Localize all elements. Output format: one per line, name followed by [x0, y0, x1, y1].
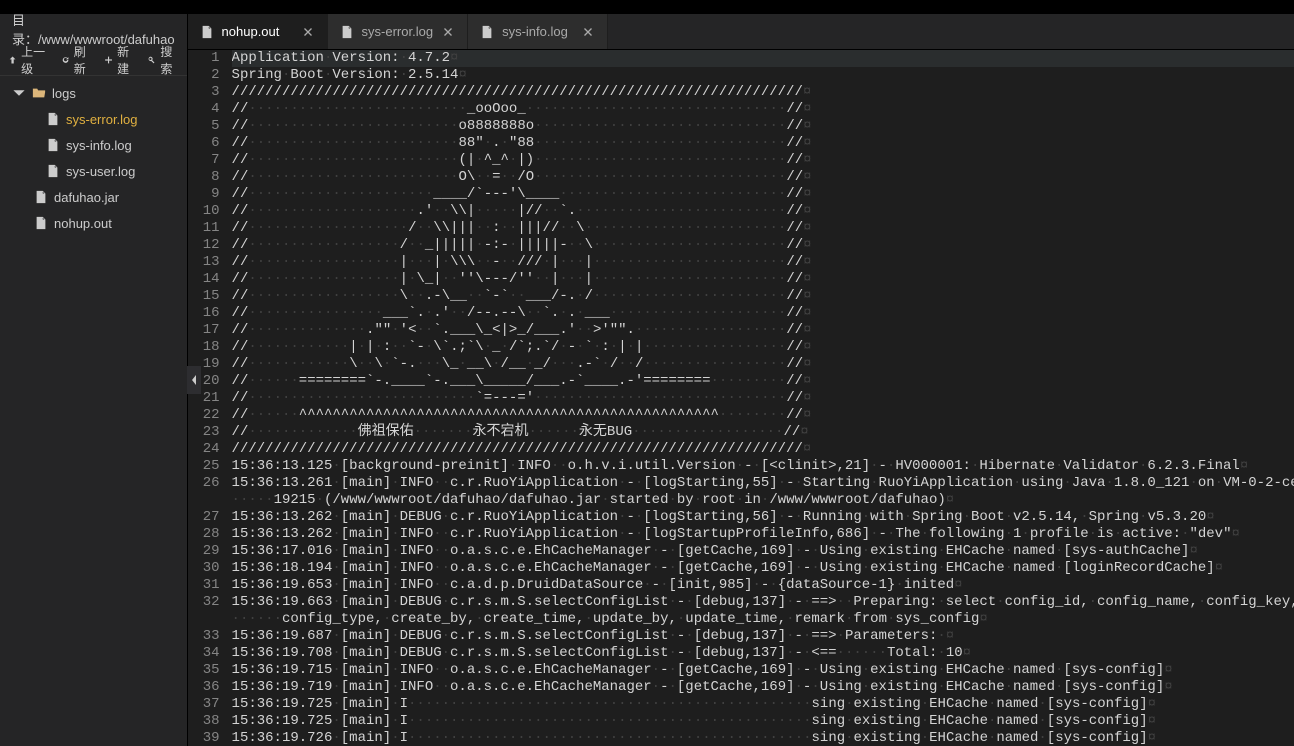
file-nohup-out[interactable]: nohup.out [0, 210, 187, 236]
file-dafuhao-jar[interactable]: dafuhao.jar [0, 184, 187, 210]
line-number-gutter: 1234567891011121314151617181920212223242… [188, 50, 232, 746]
close-icon[interactable] [301, 25, 315, 39]
file-icon [34, 216, 48, 230]
tab-label: sys-error.log [362, 24, 434, 39]
arrow-up-icon [8, 54, 17, 66]
chevron-left-icon [190, 374, 198, 386]
folder-logs[interactable]: logs [0, 80, 187, 106]
up-button[interactable]: 上一级 [8, 43, 49, 77]
file-label: sys-user.log [66, 164, 135, 179]
file-sys-user-log[interactable]: sys-user.log [0, 158, 187, 184]
file-icon [480, 25, 494, 39]
tab-nohup-out[interactable]: nohup.out [188, 14, 328, 49]
search-icon [147, 54, 156, 66]
file-icon [200, 25, 214, 39]
tab-label: nohup.out [222, 24, 280, 39]
refresh-button[interactable]: 刷新 [61, 43, 92, 77]
file-explorer-sidebar: 目录：/www/wwwroot/dafuhao 上一级 刷新 新建 搜索 [0, 14, 188, 746]
file-icon [34, 190, 48, 204]
close-icon[interactable] [581, 25, 595, 39]
folder-label: logs [52, 86, 76, 101]
tab-label: sys-info.log [502, 24, 568, 39]
tab-sys-error-log[interactable]: sys-error.log [328, 14, 469, 49]
breadcrumb: 目录：/www/wwwroot/dafuhao [0, 14, 187, 44]
new-button[interactable]: 新建 [104, 43, 135, 77]
file-icon [340, 25, 354, 39]
collapse-sidebar-handle[interactable] [187, 366, 201, 394]
file-sys-info-log[interactable]: sys-info.log [0, 132, 187, 158]
editor-area: nohup.out sys-error.log sys-info.log 12345… [188, 14, 1294, 746]
close-icon[interactable] [441, 25, 455, 39]
file-icon [46, 138, 60, 152]
window-chrome-top [0, 0, 1294, 14]
file-tree: logs sys-error.log sys-info.log sys-user… [0, 76, 187, 746]
file-icon [46, 112, 60, 126]
refresh-icon [61, 54, 70, 66]
file-icon [46, 164, 60, 178]
code-editor[interactable]: 1234567891011121314151617181920212223242… [188, 50, 1294, 746]
search-button[interactable]: 搜索 [147, 43, 178, 77]
code-content[interactable]: Application·Version:·4.7.2¤Spring·Boot·V… [232, 50, 1294, 746]
sidebar-toolbar: 上一级 刷新 新建 搜索 [0, 44, 187, 76]
file-label: dafuhao.jar [54, 190, 119, 205]
tab-sys-info-log[interactable]: sys-info.log [468, 14, 608, 49]
chevron-down-icon [12, 86, 26, 100]
file-label: nohup.out [54, 216, 112, 231]
folder-open-icon [32, 86, 46, 100]
plus-icon [104, 54, 113, 66]
editor-tabs: nohup.out sys-error.log sys-info.log [188, 14, 1294, 50]
file-label: sys-info.log [66, 138, 132, 153]
file-label: sys-error.log [66, 112, 138, 127]
file-sys-error-log[interactable]: sys-error.log [0, 106, 187, 132]
